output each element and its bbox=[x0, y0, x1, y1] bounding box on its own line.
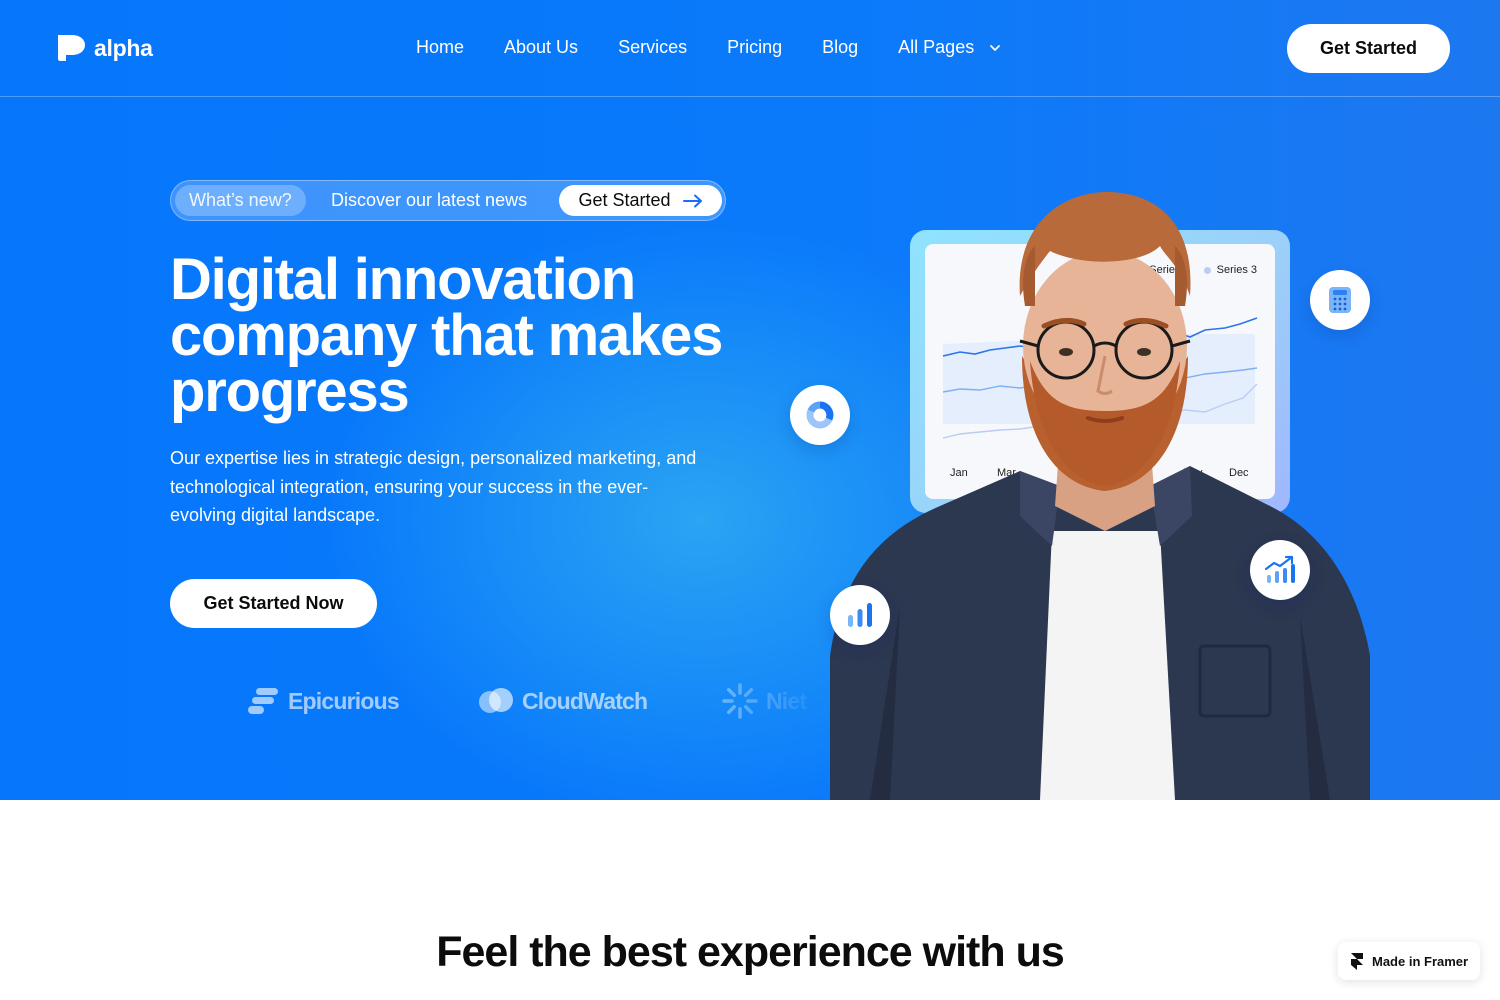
brand-niet-label: Niet bbox=[766, 687, 807, 714]
header-get-started-button[interactable]: Get Started bbox=[1287, 24, 1450, 73]
calculator-icon bbox=[1329, 287, 1351, 313]
announcement-text: Discover our latest news bbox=[331, 190, 528, 210]
nav-blog[interactable]: Blog bbox=[822, 37, 858, 58]
logo[interactable]: alpha bbox=[56, 33, 153, 63]
section-title: Feel the best experience with us bbox=[436, 928, 1065, 976]
main-nav: Home About Us Services Pricing Blog All … bbox=[416, 37, 1002, 58]
framer-badge-label: Made in Framer bbox=[1372, 953, 1469, 969]
brand-epicurious-label: Epicurious bbox=[288, 687, 400, 714]
trend-badge bbox=[1250, 540, 1310, 600]
nav-pricing-label: Pricing bbox=[727, 37, 783, 57]
get-started-now-button[interactable]: Get Started Now bbox=[170, 579, 377, 628]
announcement-button-label: Get Started bbox=[578, 190, 671, 210]
calculator-badge bbox=[1310, 270, 1370, 330]
alpha-logo-icon bbox=[58, 35, 85, 61]
donut-chart-icon bbox=[806, 401, 834, 429]
nav-pricing[interactable]: Pricing bbox=[727, 37, 782, 58]
hero-section: alpha Home About Us Services Pricing Blo… bbox=[0, 0, 1500, 800]
hero-title: Digital innovation company that makes pr… bbox=[170, 247, 723, 424]
niet-logo-icon bbox=[722, 683, 758, 719]
donut-badge bbox=[790, 385, 850, 445]
nav-about-label: About Us bbox=[504, 37, 579, 57]
brand-name: alpha bbox=[94, 34, 153, 61]
announcement-get-started-button[interactable]: Get Started bbox=[559, 185, 722, 216]
nav-services[interactable]: Services bbox=[618, 37, 687, 58]
person-image bbox=[830, 191, 1370, 800]
epicurious-logo-icon bbox=[248, 688, 278, 714]
announcement-pill: What’s new? Discover our latest news Get… bbox=[170, 180, 726, 221]
framer-logo-icon bbox=[1351, 953, 1363, 970]
cloudwatch-logo-icon bbox=[479, 688, 513, 713]
brand-cloudwatch: CloudWatch bbox=[478, 680, 648, 722]
nav-all-pages-label: All Pages bbox=[898, 37, 975, 57]
nav-services-label: Services bbox=[618, 37, 688, 57]
brand-epicurious: Epicurious bbox=[248, 680, 400, 722]
made-in-framer-badge[interactable]: Made in Framer bbox=[1338, 942, 1480, 980]
site-header: alpha Home About Us Services Pricing Blo… bbox=[0, 0, 1500, 97]
nav-home-label: Home bbox=[416, 37, 465, 57]
brand-logos: Epicurious CloudWatch Niet bbox=[248, 680, 828, 722]
nav-about-us[interactable]: About Us bbox=[504, 37, 578, 58]
hero-description: Our expertise lies in strategic design, … bbox=[170, 448, 697, 525]
arrow-right-icon bbox=[682, 194, 702, 207]
bar-chart-icon bbox=[848, 603, 872, 627]
chevron-down-icon bbox=[990, 44, 1001, 51]
nav-all-pages[interactable]: All Pages bbox=[898, 37, 1002, 58]
nav-home[interactable]: Home bbox=[416, 37, 464, 58]
nav-blog-label: Blog bbox=[822, 37, 859, 57]
brand-niet: Niet bbox=[722, 680, 807, 722]
brand-cloudwatch-label: CloudWatch bbox=[522, 687, 648, 714]
bar-chart-badge bbox=[830, 585, 890, 645]
whats-new-tag: What’s new? bbox=[175, 185, 306, 216]
trend-up-icon bbox=[1264, 555, 1295, 583]
